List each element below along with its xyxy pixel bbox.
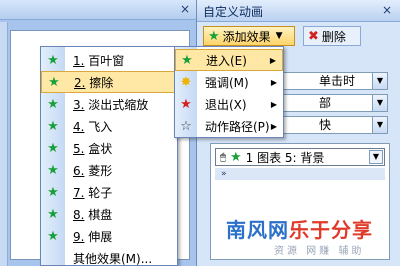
chevron-down-icon: ▼ [372,73,387,89]
submenu-item-exit[interactable]: ★ 退出(X) ▶ [175,93,283,115]
submenu-item-motion-path[interactable]: ☆ 动作路径(P) ▶ [175,115,283,137]
expand-chevron-icon[interactable]: » [215,168,385,180]
star-icon: ★ [48,74,60,90]
star-icon: ★ [47,206,59,222]
mouse-icon: 🖱 [220,151,226,163]
star-icon: ★ [230,149,242,165]
taskpane-header: 自定义动画 × [197,0,400,22]
star-icon: ★ [47,228,59,244]
chevron-down-icon: ▼ [372,95,387,111]
star-icon: ★ [47,140,59,156]
star-icon: ★ [208,28,220,44]
add-effect-submenu: ★ 进入(E) ▶ ✸ 强调(M) ▶ ★ 退出(X) ▶ ☆ 动作路径(P) … [174,46,284,138]
submenu-item-entrance[interactable]: ★ 进入(E) ▶ [175,49,283,71]
menu-item-checkerboard[interactable]: ★ 8. 棋盘 [41,203,177,225]
entrance-effects-menu: ★ 1. 百叶窗 ★ 2. 擦除 ★ 3. 淡出式缩放 ★ 4. 飞入 ★ 5.… [40,46,178,266]
menu-item-more-effects[interactable]: 其他效果(M)... [41,247,177,266]
star-icon: ★ [47,96,59,112]
chevron-right-icon: ▶ [270,99,277,109]
workspace-close-icon[interactable]: × [178,2,192,16]
watermark-main: 南风网乐于分享 [226,218,373,242]
star-outline-icon: ☆ [180,118,192,134]
menu-item-wheel[interactable]: ★ 7. 轮子 [41,181,177,203]
watermark-logo: 南风网乐于分享 资源 网赚 辅助 [222,208,400,266]
chevron-right-icon: ▶ [270,121,277,131]
menu-item-box[interactable]: ★ 5. 盒状 [41,137,177,159]
animation-item-label: 1 图表 5: 背景 [245,150,325,165]
star-icon: ★ [47,52,59,68]
menu-item-diamond[interactable]: ★ 6. 菱形 [41,159,177,181]
workspace-scrollbar[interactable] [0,22,8,266]
delete-label: 删除 [321,29,346,44]
menu-item-stretch[interactable]: ★ 9. 伸展 [41,225,177,247]
taskpane-close-icon[interactable]: × [380,3,394,17]
delete-button[interactable]: ✖ 删除 [303,26,361,46]
animation-item[interactable]: 🖱 ★ 1 图表 5: 背景 ▼ [215,148,385,166]
menu-item-wipe[interactable]: ★ 2. 擦除 [41,71,177,93]
taskpane-title: 自定义动画 [203,5,264,19]
chevron-right-icon: ▶ [269,55,276,65]
workspace-topbar: × [0,0,196,20]
chevron-down-icon[interactable]: ▼ [369,150,383,164]
add-effect-label: 添加效果 [222,29,271,44]
star-green-icon: ★ [181,52,193,68]
chevron-right-icon: ▶ [270,77,277,87]
chevron-down-icon: ▼ [275,31,283,41]
star-red-icon: ★ [180,96,192,112]
star-icon: ★ [47,162,59,178]
menu-item-fly-in[interactable]: ★ 4. 飞入 [41,115,177,137]
watermark-sub: 资源 网赚 辅助 [274,246,365,257]
menu-item-fade-zoom[interactable]: ★ 3. 淡出式缩放 [41,93,177,115]
delete-effect-icon: ✖ [308,28,319,44]
chevron-down-icon: ▼ [372,117,387,133]
menu-item-blinds[interactable]: ★ 1. 百叶窗 [41,49,177,71]
submenu-item-emphasis[interactable]: ✸ 强调(M) ▶ [175,71,283,93]
star-icon: ★ [47,118,59,134]
add-effect-button[interactable]: ★ 添加效果 ▼ [203,26,295,46]
star-yellow-icon: ✸ [180,74,192,90]
star-icon: ★ [47,184,59,200]
